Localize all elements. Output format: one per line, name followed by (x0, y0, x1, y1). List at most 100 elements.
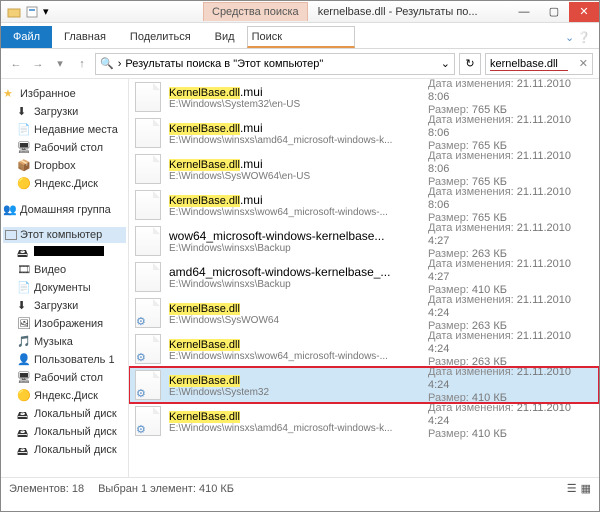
up-button[interactable]: ↑ (73, 55, 91, 73)
tab-home[interactable]: Главная (52, 26, 118, 48)
maximize-button[interactable]: ▢ (539, 2, 569, 22)
refresh-button[interactable]: ↻ (459, 53, 481, 75)
file-icon (135, 262, 161, 292)
folder-icon (7, 5, 21, 19)
properties-icon[interactable] (25, 5, 39, 19)
thumbnails-view-icon[interactable]: ▦ (581, 482, 591, 495)
file-icon (135, 154, 161, 184)
forward-button[interactable]: → (29, 55, 47, 73)
file-icon (135, 226, 161, 256)
file-name: KernelBase.dll (169, 373, 420, 387)
status-count: Элементов: 18 (9, 483, 84, 495)
close-button[interactable]: ✕ (569, 2, 599, 22)
file-row[interactable]: KernelBase.dll.mui E:\Windows\winsxs\wow… (129, 187, 599, 223)
sidebar-item[interactable]: 🖴 (3, 243, 126, 261)
dropdown-icon[interactable]: ▾ (43, 5, 57, 19)
recent-dropdown-icon[interactable]: ▾ (51, 55, 69, 73)
search-input[interactable] (490, 58, 570, 70)
folder-icon: 📦 (17, 159, 31, 173)
item-icon: 🖴 (17, 425, 31, 439)
address-bar[interactable]: 🔍 › Результаты поиска в "Этот компьютер"… (95, 53, 455, 75)
file-row[interactable]: KernelBase.dll E:\Windows\winsxs\wow64_m… (129, 331, 599, 367)
file-meta: Дата изменения: 21.11.2010 8:06 Размер: … (428, 186, 593, 225)
file-row[interactable]: wow64_microsoft-windows-kernelbase... E:… (129, 223, 599, 259)
sidebar-item[interactable]: 🖥Рабочий стол (3, 139, 126, 157)
file-meta: Дата изменения: 21.11.2010 4:24 Размер: … (428, 402, 593, 441)
file-meta: Дата изменения: 21.11.2010 8:06 Размер: … (428, 150, 593, 189)
navigation-bar: ← → ▾ ↑ 🔍 › Результаты поиска в "Этот ко… (1, 49, 599, 79)
details-view-icon[interactable]: ☰ (567, 482, 577, 495)
search-underline (490, 70, 568, 71)
star-icon: ★ (3, 87, 17, 101)
sidebar-item[interactable]: 🟡Яндекс.Диск (3, 175, 126, 193)
sidebar-item[interactable]: 📄Недавние места (3, 121, 126, 139)
minimize-button[interactable]: — (509, 2, 539, 22)
sidebar-item[interactable]: ⬇Загрузки (3, 103, 126, 121)
file-path: E:\Windows\winsxs\wow64_microsoft-window… (169, 207, 420, 218)
sidebar-item[interactable]: 🖴Локальный диск (3, 405, 126, 423)
file-row[interactable]: KernelBase.dll E:\Windows\winsxs\amd64_m… (129, 403, 599, 439)
file-icon (135, 82, 161, 112)
item-icon: 🖼 (17, 317, 31, 331)
file-row[interactable]: amd64_microsoft-windows-kernelbase_... E… (129, 259, 599, 295)
sidebar-item[interactable]: 🟡Яндекс.Диск (3, 387, 126, 405)
sidebar-item[interactable]: 🖥Рабочий стол (3, 369, 126, 387)
homegroup-icon: 👥 (3, 203, 17, 217)
sidebar-homegroup[interactable]: 👥Домашняя группа (3, 201, 126, 219)
address-dropdown-icon[interactable]: ⌄ (441, 57, 450, 70)
clear-search-icon[interactable]: ✕ (579, 57, 588, 70)
pc-icon (5, 230, 17, 240)
sidebar-item[interactable]: 🖴Локальный диск (3, 441, 126, 459)
item-icon: 🖥 (17, 371, 31, 385)
file-icon (135, 334, 161, 364)
file-row[interactable]: KernelBase.dll.mui E:\Windows\System32\e… (129, 79, 599, 115)
file-meta: Дата изменения: 21.11.2010 4:24 Размер: … (428, 330, 593, 369)
folder-icon: 📄 (17, 123, 31, 137)
sidebar-item[interactable]: 🖴Локальный диск (3, 423, 126, 441)
file-meta: Дата изменения: 21.11.2010 4:27 Размер: … (428, 258, 593, 297)
sidebar-item[interactable]: 📄Документы (3, 279, 126, 297)
results-list: KernelBase.dll.mui E:\Windows\System32\e… (129, 79, 599, 477)
file-name: KernelBase.dll.mui (169, 157, 420, 171)
sidebar-item[interactable]: 🎞Видео (3, 261, 126, 279)
file-name: KernelBase.dll.mui (169, 85, 420, 99)
folder-icon: ⬇ (17, 105, 31, 119)
sidebar-item[interactable]: 👤Пользователь 1 (3, 351, 126, 369)
file-name: KernelBase.dll (169, 301, 420, 315)
sidebar-favorites[interactable]: ★Избранное (3, 85, 126, 103)
file-name: KernelBase.dll (169, 337, 420, 351)
search-glass-icon: 🔍 (100, 57, 114, 70)
item-icon: 📄 (17, 281, 31, 295)
item-icon: 👤 (17, 353, 31, 367)
tab-search[interactable]: Поиск (247, 26, 355, 48)
file-meta: Дата изменения: 21.11.2010 8:06 Размер: … (428, 114, 593, 153)
sidebar-this-pc[interactable]: Этот компьютер (3, 227, 126, 243)
file-icon (135, 370, 161, 400)
search-box[interactable]: ✕ (485, 53, 593, 75)
sidebar-item[interactable]: ⬇Загрузки (3, 297, 126, 315)
sidebar-item[interactable]: 🎵Музыка (3, 333, 126, 351)
sidebar-item[interactable]: 🖼Изображения (3, 315, 126, 333)
search-tools-tab[interactable]: Средства поиска (203, 2, 308, 21)
address-text: Результаты поиска в "Этот компьютер" (125, 58, 323, 70)
item-icon: 🎵 (17, 335, 31, 349)
item-icon: 🖴 (17, 407, 31, 421)
tab-file[interactable]: Файл (1, 26, 52, 48)
file-meta: Дата изменения: 21.11.2010 4:24 Размер: … (428, 294, 593, 333)
file-name: KernelBase.dll.mui (169, 121, 420, 135)
ribbon-expand-icon[interactable]: ⌄ ❔ (557, 27, 599, 48)
file-row[interactable]: KernelBase.dll.mui E:\Windows\SysWOW64\e… (129, 151, 599, 187)
file-row[interactable]: KernelBase.dll E:\Windows\SysWOW64 Дата … (129, 295, 599, 331)
file-path: E:\Windows\System32 (169, 387, 420, 398)
file-row[interactable]: KernelBase.dll.mui E:\Windows\winsxs\amd… (129, 115, 599, 151)
status-bar: Элементов: 18 Выбран 1 элемент: 410 КБ ☰… (1, 477, 599, 499)
file-path: E:\Windows\winsxs\wow64_microsoft-window… (169, 351, 420, 362)
tab-share[interactable]: Поделиться (118, 26, 203, 48)
file-path: E:\Windows\winsxs\Backup (169, 279, 420, 290)
breadcrumb-chevron-icon[interactable]: › (118, 58, 122, 70)
back-button[interactable]: ← (7, 55, 25, 73)
file-path: E:\Windows\winsxs\amd64_microsoft-window… (169, 135, 420, 146)
tab-view[interactable]: Вид (203, 26, 247, 48)
sidebar-item[interactable]: 📦Dropbox (3, 157, 126, 175)
file-row[interactable]: KernelBase.dll E:\Windows\System32 Дата … (129, 367, 599, 403)
